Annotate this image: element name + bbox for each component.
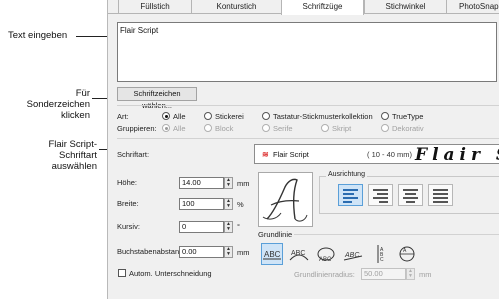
gruppieren-radio-serife[interactable] xyxy=(262,124,270,132)
align-left-icon[interactable] xyxy=(338,184,363,206)
baseline-vertical-svg: A B C xyxy=(377,245,384,263)
tab-fuellstich[interactable]: Füllstich xyxy=(118,0,191,14)
autom-unterschneidung-checkbox[interactable] xyxy=(118,269,126,277)
baseline-arc-down-svg: ABC xyxy=(317,247,335,263)
divider xyxy=(117,138,499,139)
ausrichtung-title: Ausrichtung xyxy=(326,171,367,178)
baseline-arc-up-svg: ABC xyxy=(289,250,309,261)
callout-font-select: Flair Script- Schriftart auswählen xyxy=(0,139,97,172)
callout-line-1: Flair Script- xyxy=(48,139,97,150)
hoehe-stepper[interactable]: ▲ ▼ xyxy=(224,177,233,189)
baseline-arc-up-icon[interactable]: ABC xyxy=(288,243,310,265)
svg-text:C: C xyxy=(380,257,384,263)
svg-text:ABC: ABC xyxy=(264,250,281,259)
art-radio-tastatur[interactable] xyxy=(262,112,270,120)
callout-line-3: auswählen xyxy=(51,161,97,172)
svg-text:A: A xyxy=(403,248,407,254)
font-selector[interactable]: ≋ Flair Script ( 10 - 40 mm) Flair Sc xyxy=(254,144,499,165)
gruppieren-radio-alle[interactable] xyxy=(162,124,170,132)
grundlinienradius-input[interactable]: 50.00 xyxy=(361,268,406,280)
autom-unterschneidung-label: Autom. Unterschneidung xyxy=(129,269,212,278)
breite-unit: % xyxy=(237,200,244,209)
callout-line xyxy=(92,98,108,99)
gruppieren-option-label: Serife xyxy=(273,124,293,133)
baseline-straight-svg: ABC xyxy=(263,250,281,260)
art-radio-alle[interactable] xyxy=(162,112,170,120)
art-option-label: TrueType xyxy=(392,112,424,121)
breite-label: Breite: xyxy=(117,199,139,208)
gruppieren-label: Gruppieren: xyxy=(117,124,157,133)
divider xyxy=(117,105,499,106)
tab-konturstich[interactable]: Konturstich xyxy=(191,0,281,14)
kursiv-label: Kursiv: xyxy=(117,222,140,231)
gruppieren-option-label: Alle xyxy=(173,124,186,133)
kursiv-unit: ° xyxy=(237,222,240,231)
tab-stichwinkel[interactable]: Stichwinkel xyxy=(364,0,446,14)
baseline-free-svg: ABC xyxy=(343,252,363,261)
align-right-icon[interactable] xyxy=(368,184,393,206)
callout-line-1: Für xyxy=(75,88,90,99)
breite-input[interactable]: 100 xyxy=(179,198,224,210)
callout-line xyxy=(76,36,108,37)
gruppieren-option-label: Dekorativ xyxy=(392,124,424,133)
align-center-icon[interactable] xyxy=(398,184,423,206)
align-justify-icon[interactable] xyxy=(428,184,453,206)
baseline-arc-down-icon[interactable]: ABC xyxy=(315,243,337,265)
gruppieren-radio-block[interactable] xyxy=(204,124,212,132)
art-option-label: Alle xyxy=(173,112,186,121)
font-size-range: ( 10 - 40 mm) xyxy=(367,150,413,159)
gruppieren-radio-skript[interactable] xyxy=(321,124,329,132)
tab-bar: Füllstich Konturstich Schriftzüge Stichw… xyxy=(108,0,499,15)
gruppieren-option-label: Skript xyxy=(332,124,352,133)
art-option-label: Stickerei xyxy=(215,112,244,121)
grundlinienradius-unit: mm xyxy=(419,270,432,279)
art-radio-truetype[interactable] xyxy=(381,112,389,120)
art-label: Art: xyxy=(117,112,129,121)
script-letter-svg xyxy=(262,178,308,222)
gruppieren-radio-dekorativ[interactable] xyxy=(381,124,389,132)
breite-stepper[interactable]: ▲ ▼ xyxy=(224,198,233,210)
kursiv-input[interactable]: 0 xyxy=(179,221,224,233)
hoehe-unit: mm xyxy=(237,179,250,188)
callout-line-2: Sonderzeichen xyxy=(26,99,90,110)
font-preview: Flair Sc xyxy=(415,145,499,165)
baseline-vertical-icon[interactable]: A B C xyxy=(369,243,391,265)
font-name: Flair Script xyxy=(273,150,309,159)
text-input[interactable]: Flair Script xyxy=(117,22,497,82)
baseline-straight-icon[interactable]: ABC xyxy=(261,243,283,265)
abstand-stepper[interactable]: ▲ ▼ xyxy=(224,246,233,258)
gruppieren-option-label: Block xyxy=(215,124,234,133)
svg-text:ABC: ABC xyxy=(319,257,332,263)
callout-line-2: Schriftart xyxy=(58,150,97,161)
font-type-icon: ≋ xyxy=(262,150,269,159)
art-radio-stickerei[interactable] xyxy=(204,112,212,120)
grundlinienradius-label: Grundlinienradius: xyxy=(294,270,355,279)
baseline-circle-icon[interactable]: A xyxy=(396,243,418,265)
divider xyxy=(294,234,499,235)
callout-line-3: klicken xyxy=(60,110,90,121)
abstand-input[interactable]: 0.00 xyxy=(179,246,224,258)
schriftart-label: Schriftart: xyxy=(117,150,150,159)
baseline-circle-svg: A xyxy=(399,246,415,262)
lettering-dialog: Füllstich Konturstich Schriftzüge Stichw… xyxy=(107,0,499,299)
grundlinie-label: Grundlinie xyxy=(258,230,293,239)
abstand-unit: mm xyxy=(237,248,250,257)
script-letter-A-icon xyxy=(258,172,313,227)
tab-photosnap[interactable]: PhotoSnap xyxy=(446,0,499,14)
grundlinienradius-stepper[interactable]: ▲ ▼ xyxy=(406,268,415,280)
abstand-label: Buchstabenabstand: xyxy=(117,247,186,256)
kursiv-stepper[interactable]: ▲ ▼ xyxy=(224,221,233,233)
hoehe-label: Höhe: xyxy=(117,178,138,187)
baseline-free-icon[interactable]: ABC xyxy=(342,243,364,265)
hoehe-input[interactable]: 14.00 xyxy=(179,177,224,189)
special-chars-button[interactable]: Schriftzeichen wählen... xyxy=(117,87,197,110)
art-option-label: Tastatur-Stickmusterkollektion xyxy=(273,112,373,121)
callout-special-chars: Für Sonderzeichen klicken xyxy=(0,88,90,121)
tab-schriftzuege[interactable]: Schriftzüge xyxy=(281,0,364,15)
